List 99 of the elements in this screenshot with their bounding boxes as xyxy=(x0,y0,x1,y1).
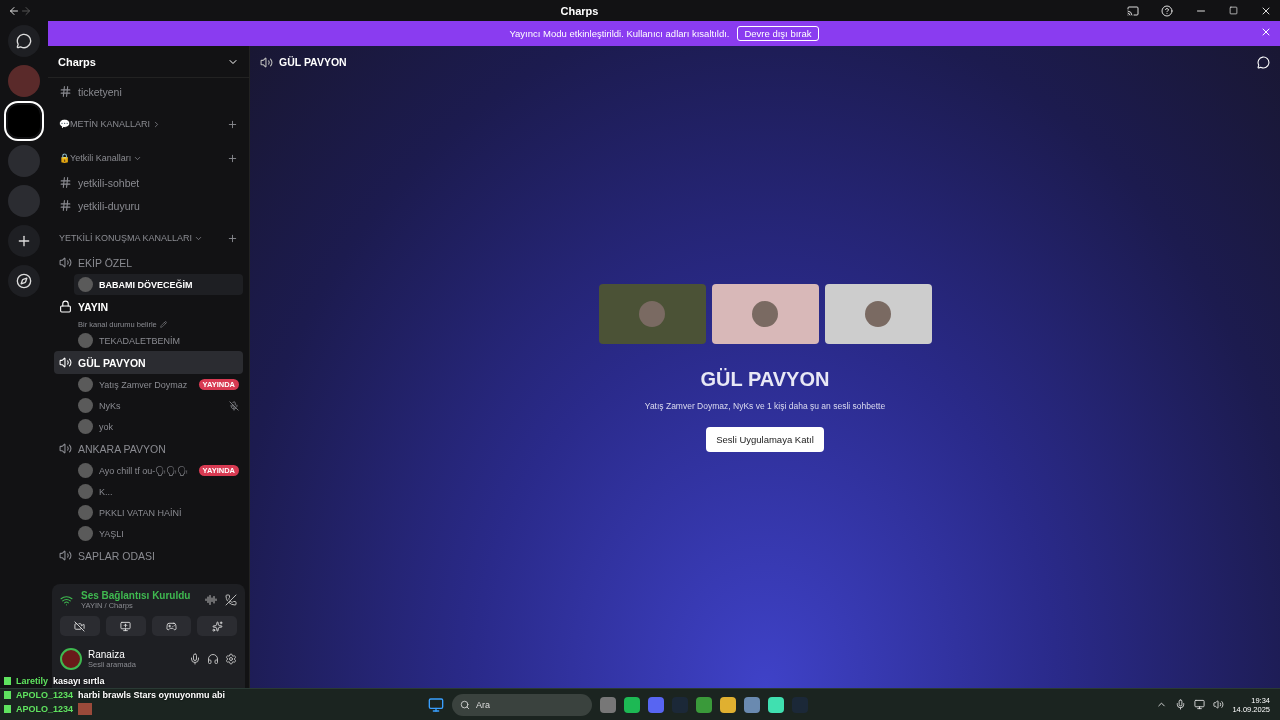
category-header[interactable]: YETKİLİ KONUŞMA KANALLARI xyxy=(59,233,204,243)
speaker-icon xyxy=(59,442,72,455)
avatar xyxy=(78,463,93,478)
start-button[interactable] xyxy=(428,696,444,713)
taskbar-app-icon[interactable] xyxy=(744,696,760,713)
banner-message: Yayıncı Modu etkinleştirildi. Kullanıcı adları kısaltıldı. xyxy=(509,28,730,39)
avatar xyxy=(78,505,93,520)
voice-member[interactable]: YAŞLI xyxy=(74,523,243,544)
camera-off-icon xyxy=(74,620,86,632)
voice-channel[interactable]: GÜL PAVYON xyxy=(54,351,243,374)
hash-icon xyxy=(59,199,72,212)
add-channel-icon[interactable] xyxy=(227,152,238,164)
connection-status: Ses Bağlantısı Kuruldu xyxy=(81,590,192,601)
disable-button[interactable]: Devre dışı bırak xyxy=(737,26,819,41)
camera-off-button[interactable] xyxy=(60,616,100,636)
disconnect-icon[interactable] xyxy=(225,594,237,606)
taskbar-app-icon[interactable] xyxy=(624,696,640,713)
channel-item[interactable]: yetkili-duyuru xyxy=(54,194,243,217)
voice-member[interactable]: PKKLI VATAN HAİNİ xyxy=(74,502,243,523)
voice-channel[interactable]: SAPLAR ODASI xyxy=(54,544,243,567)
channel-item[interactable]: ticketyeni xyxy=(54,80,243,103)
speaker-icon xyxy=(59,256,72,269)
chat-icon[interactable] xyxy=(1257,55,1270,69)
avatar xyxy=(78,419,93,434)
gamepad-icon xyxy=(165,620,177,632)
category-header[interactable]: 🔒Yetkili Kanalları xyxy=(59,153,143,163)
add-channel-icon[interactable] xyxy=(227,118,238,130)
hash-icon xyxy=(59,85,72,98)
sparkles-icon xyxy=(211,620,223,632)
add-server-button[interactable] xyxy=(8,225,40,257)
participants-text: Yatış Zamver Doymaz, NyKs ve 1 kişi daha şu an sesli sohbette xyxy=(644,401,886,411)
hash-icon xyxy=(59,176,72,189)
window-title: Charps xyxy=(559,4,600,17)
voice-member[interactable]: yok xyxy=(74,416,243,437)
avatar xyxy=(78,277,93,292)
user-avatar xyxy=(60,648,82,670)
voice-member[interactable]: TEKADALETBENİM xyxy=(74,330,243,351)
screen-share-button[interactable] xyxy=(105,616,146,636)
voice-member[interactable]: K... xyxy=(74,481,243,502)
avatar xyxy=(865,301,891,327)
channel-item[interactable]: yetkili-sohbet xyxy=(54,171,243,194)
taskbar-app-icon[interactable] xyxy=(768,696,784,713)
join-voice-button[interactable]: Sesli Uygulamaya Katıl xyxy=(706,427,824,452)
voice-member[interactable]: BABAMI DÖVECEĞİM xyxy=(74,274,243,295)
compass-icon xyxy=(16,273,32,289)
avatar xyxy=(78,377,93,392)
screen-share-icon xyxy=(120,620,132,632)
channel-title: GÜL PAVYON xyxy=(279,56,347,68)
username: Ranaiza xyxy=(88,649,126,660)
effects-button[interactable] xyxy=(197,616,237,636)
settings-button[interactable] xyxy=(225,653,237,665)
help-icon[interactable] xyxy=(1161,4,1173,17)
search-icon xyxy=(460,699,470,710)
microphone-icon xyxy=(189,653,201,665)
chat-username: Laretily xyxy=(16,676,48,686)
soundboard-icon[interactable] xyxy=(205,594,217,606)
speaker-icon xyxy=(59,549,72,562)
taskbar-app-icon[interactable] xyxy=(696,696,712,713)
avatar xyxy=(752,301,778,327)
microphone-button[interactable] xyxy=(189,653,201,665)
avatar xyxy=(78,526,93,541)
screen-share-icon[interactable] xyxy=(1127,4,1139,17)
pencil-icon xyxy=(159,320,167,328)
category-header[interactable]: 💬METİN KANALLARI xyxy=(59,119,162,129)
lock-icon xyxy=(59,300,72,313)
voice-channel[interactable]: EKİP ÖZEL xyxy=(54,251,243,274)
back-button[interactable] xyxy=(8,4,20,17)
microphone-icon[interactable] xyxy=(1175,699,1187,710)
search-field[interactable]: Ara xyxy=(452,693,592,716)
headphones-icon xyxy=(207,653,219,665)
voice-channel[interactable]: YAYIN xyxy=(54,295,243,318)
chat-username: APOLO_1234 xyxy=(16,704,74,714)
speaker-icon xyxy=(260,55,273,69)
avatar xyxy=(639,301,665,327)
avatar xyxy=(78,398,93,413)
home-button[interactable] xyxy=(8,25,40,57)
avatar xyxy=(78,333,93,348)
taskbar-app-icon[interactable] xyxy=(720,696,736,713)
server-name[interactable]: Charps xyxy=(58,55,96,68)
network-icon[interactable] xyxy=(1194,699,1206,710)
voice-channel[interactable]: ANKARA PAVYON xyxy=(54,437,243,460)
headphones-button[interactable] xyxy=(207,653,219,665)
discover-button[interactable] xyxy=(8,265,40,297)
activity-button[interactable] xyxy=(151,616,192,636)
plus-icon xyxy=(16,233,32,249)
avatar xyxy=(78,484,93,499)
close-icon xyxy=(1260,26,1272,38)
settings-icon xyxy=(225,653,237,665)
channel-heading: GÜL PAVYON xyxy=(700,368,830,391)
add-channel-icon[interactable] xyxy=(227,232,238,244)
chat-username: APOLO_1234 xyxy=(16,690,74,700)
chat-bubble-icon xyxy=(16,33,32,49)
volume-icon[interactable] xyxy=(1213,699,1225,710)
maximize-button[interactable] xyxy=(1229,6,1238,15)
chat-message: harbi brawls Stars oynuyonmu abi xyxy=(78,690,226,700)
speaker-icon xyxy=(59,356,72,369)
chat-message: kasayı sırtla xyxy=(53,676,105,686)
voice-member[interactable]: NyKs xyxy=(74,395,243,416)
signal-icon xyxy=(60,593,73,607)
